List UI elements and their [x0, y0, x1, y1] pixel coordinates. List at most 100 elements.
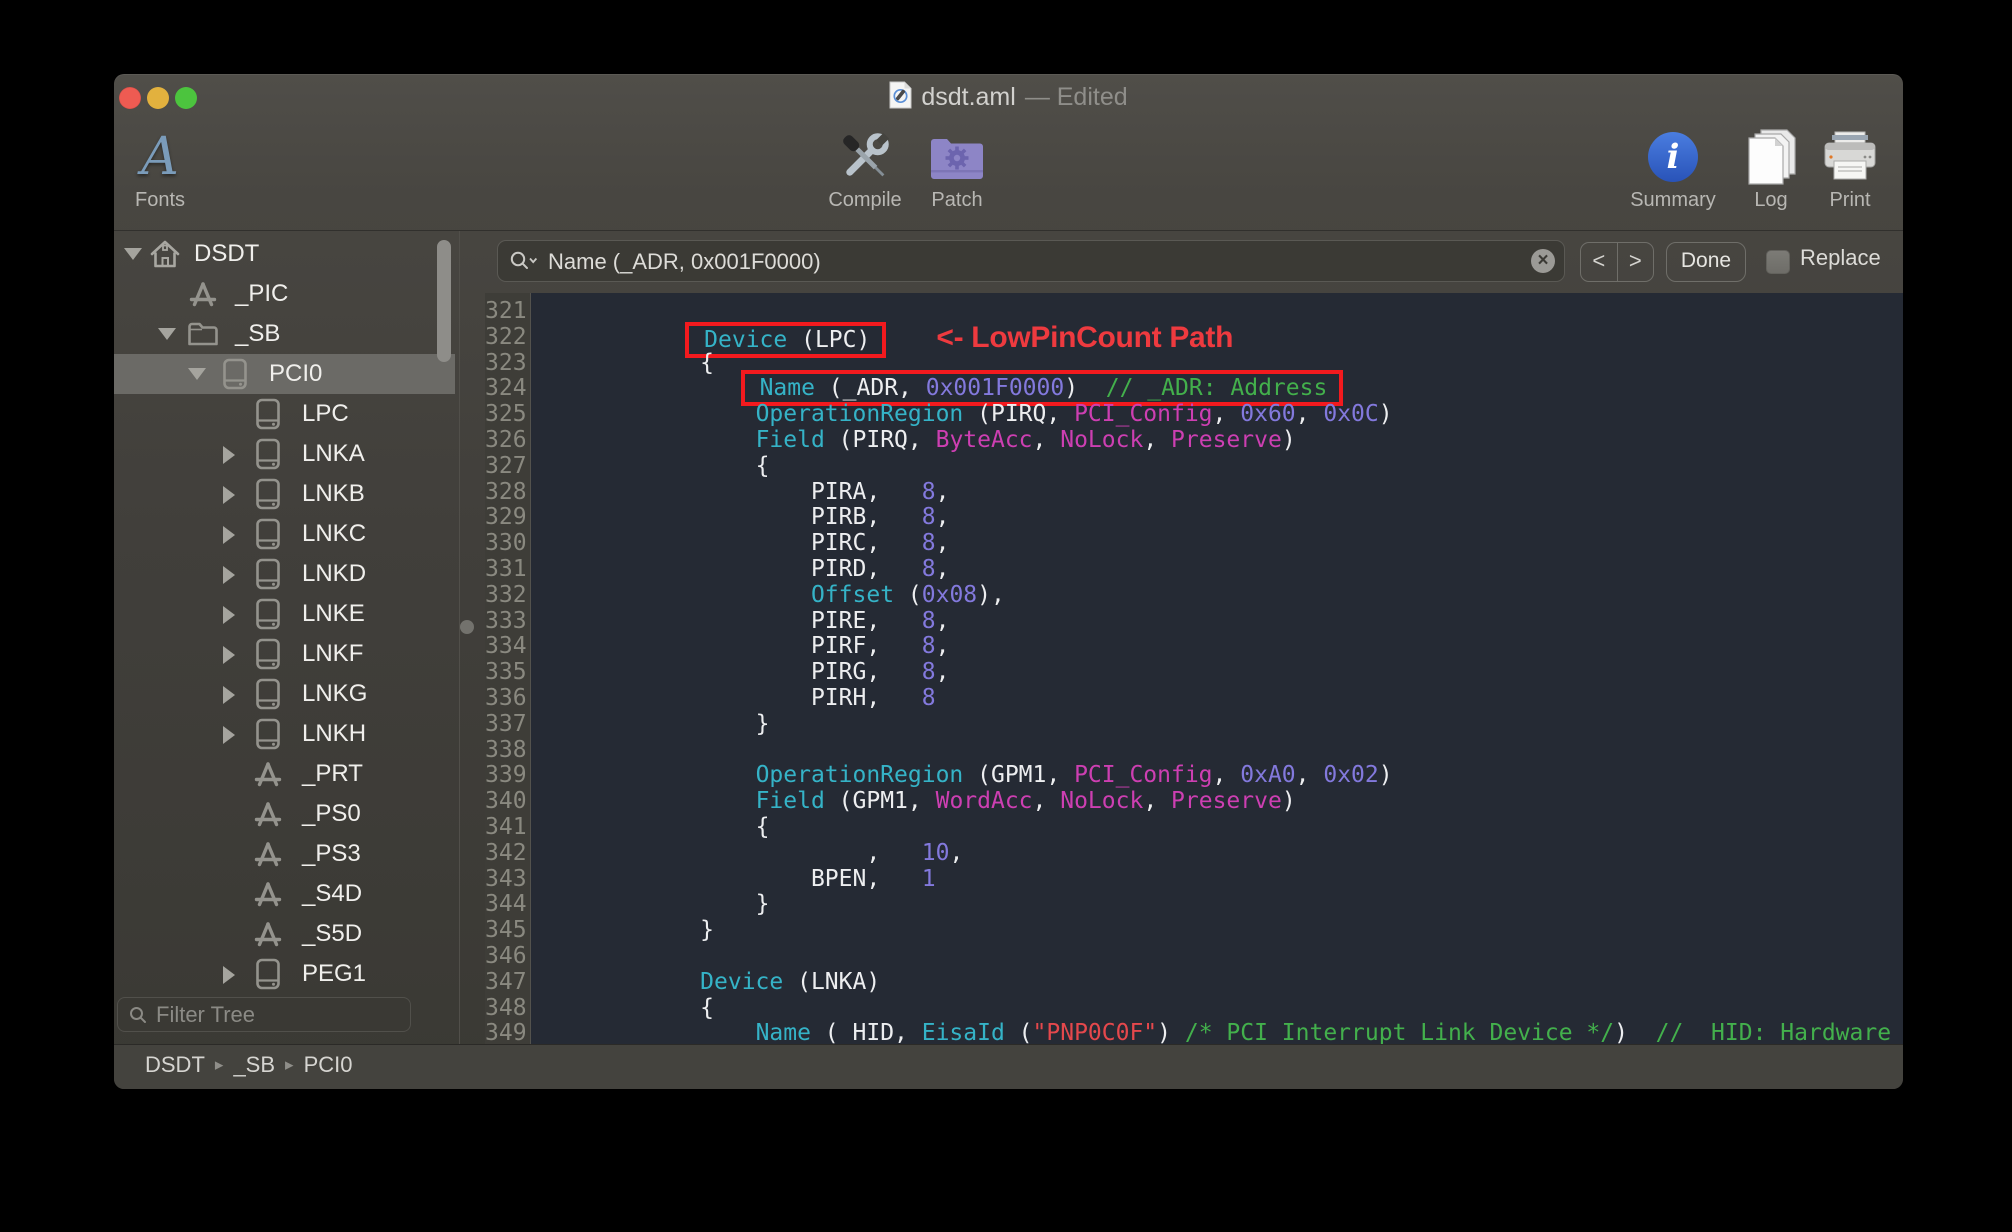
- sidebar-item-peg1[interactable]: PEG1: [114, 954, 455, 994]
- code-line-content: {: [755, 814, 770, 840]
- disclosure-open-icon[interactable]: [158, 328, 176, 340]
- method-icon: [251, 798, 285, 830]
- breadcrumb-item-pci0[interactable]: PCI0: [304, 1052, 353, 1078]
- sidebar-item-lnkb[interactable]: LNKB: [114, 474, 455, 514]
- line-number: 344: [485, 891, 527, 918]
- code-line-332: 332 Offset (0x08),: [485, 582, 1903, 609]
- find-field[interactable]: ×: [497, 240, 1565, 283]
- code-line-339: 339 OperationRegion (GPM1, PCI_Config, 0…: [485, 762, 1903, 789]
- sidebar-item-lnkg[interactable]: LNKG: [114, 674, 455, 714]
- breadcrumb-item-dsdt[interactable]: DSDT: [145, 1052, 205, 1078]
- device-icon: [251, 958, 285, 990]
- disclosure-closed-icon[interactable]: [223, 446, 235, 464]
- sidebar-item-_pic[interactable]: _PIC: [114, 274, 455, 314]
- pane-divider-handle[interactable]: [460, 620, 474, 634]
- pane-divider[interactable]: [459, 231, 460, 1045]
- code-line-333: 333 PIRE, 8,: [485, 607, 1903, 635]
- status-bar: DSDT ▸ _SB ▸ PCI0: [114, 1044, 1903, 1089]
- code-line-340: 340 Field (GPM1, WordAcc, NoLock, Preser…: [485, 788, 1903, 815]
- code-line-content: PIRE, 8,: [810, 607, 950, 634]
- edited-badge: — Edited: [1024, 82, 1128, 111]
- disclosure-closed-icon[interactable]: [223, 726, 235, 744]
- print-button[interactable]: Print: [1790, 126, 1910, 226]
- patch-icon: [897, 126, 1017, 188]
- code-editor[interactable]: 321 322 Device (LPC) <- LowPinCount Path 32…: [485, 293, 1903, 1045]
- code-line-content: {: [700, 994, 715, 1021]
- find-bar: × < > Done Replace: [485, 231, 1903, 293]
- sidebar-item-label: PEG1: [302, 960, 367, 987]
- disclosure-closed-icon[interactable]: [223, 526, 235, 544]
- disclosure-open-icon[interactable]: [188, 368, 206, 380]
- sidebar-item-lpc[interactable]: LPC: [114, 394, 455, 434]
- find-next-button[interactable]: >: [1618, 243, 1654, 281]
- sidebar-item-lnkh[interactable]: LNKH: [114, 714, 455, 754]
- sidebar-item-lnkd[interactable]: LNKD: [114, 554, 455, 594]
- code-line-content: BPEN, 1: [810, 865, 936, 892]
- annotation-text: <- LowPinCount Path: [936, 320, 1234, 354]
- device-icon: [251, 718, 285, 750]
- done-button[interactable]: Done: [1666, 242, 1746, 282]
- code-line-328: 328 PIRA, 8,: [485, 478, 1903, 506]
- code-line-341: 341 {: [485, 814, 1903, 841]
- sidebar-item-label: LNKG: [302, 680, 368, 707]
- sidebar-item-_prt[interactable]: _PRT: [114, 754, 455, 794]
- device-icon: [251, 638, 285, 670]
- disclosure-closed-icon[interactable]: [223, 686, 235, 704]
- code-line-342: 342 , 10,: [485, 840, 1903, 867]
- sidebar-item-_s4d[interactable]: _S4D: [114, 874, 455, 914]
- sidebar-item-_s5d[interactable]: _S5D: [114, 914, 455, 954]
- code-line-content: PIRG, 8,: [810, 659, 950, 686]
- code-line-346: 346: [485, 943, 1903, 970]
- sidebar-item-lnkc[interactable]: LNKC: [114, 514, 455, 554]
- disclosure-closed-icon[interactable]: [223, 966, 235, 984]
- code-line-content: }: [700, 917, 715, 944]
- filter-field[interactable]: [117, 997, 446, 1032]
- disclosure-closed-icon[interactable]: [223, 606, 235, 624]
- print-icon: [1790, 126, 1910, 188]
- line-number: 326: [485, 427, 527, 453]
- clear-search-button[interactable]: ×: [1531, 249, 1555, 273]
- code-line-content: PIRA, 8,: [810, 478, 950, 505]
- code-line-331: 331 PIRD, 8,: [485, 556, 1903, 583]
- breadcrumb-item-_sb[interactable]: _SB: [233, 1052, 275, 1078]
- fonts-button[interactable]: A Fonts: [120, 126, 200, 226]
- sidebar-item-label: _PRT: [302, 760, 363, 787]
- filter-input[interactable]: [154, 1000, 446, 1029]
- sidebar-item-_sb[interactable]: _SB: [114, 314, 455, 354]
- sidebar-item-_ps0[interactable]: _PS0: [114, 794, 455, 834]
- sidebar-item-lnke[interactable]: LNKE: [114, 594, 455, 634]
- sidebar-item-lnka[interactable]: LNKA: [114, 434, 455, 474]
- document-title: dsdt.aml: [921, 82, 1016, 111]
- code-line-335: 335 PIRG, 8,: [485, 659, 1903, 686]
- find-previous-button[interactable]: <: [1581, 243, 1618, 281]
- svg-text:i: i: [1667, 137, 1680, 177]
- line-number: 343: [485, 865, 527, 892]
- fonts-label: Fonts: [134, 189, 186, 211]
- sidebar-scrollbar[interactable]: [437, 240, 451, 362]
- device-icon: [251, 478, 285, 510]
- code-line-content: {: [700, 349, 715, 376]
- sidebar-item-lnkf[interactable]: LNKF: [114, 634, 455, 674]
- line-number: 337: [485, 710, 527, 737]
- line-number: 347: [485, 968, 527, 995]
- sidebar-item-label: _PS3: [302, 840, 361, 867]
- code-line-338: 338: [485, 737, 1903, 764]
- sidebar-item-label: LNKF: [302, 640, 364, 667]
- line-number: 333: [485, 607, 527, 634]
- sidebar-item-dsdt[interactable]: DSDT: [114, 234, 455, 274]
- disclosure-open-icon[interactable]: [124, 248, 142, 260]
- find-input[interactable]: [546, 241, 1518, 283]
- disclosure-closed-icon[interactable]: [223, 646, 235, 664]
- sidebar-item-label: LNKD: [302, 560, 367, 587]
- sidebar-item-pci0[interactable]: PCI0: [114, 354, 455, 394]
- code-line-content: PIRC, 8,: [810, 530, 950, 557]
- sidebar-item-_ps3[interactable]: _PS3: [114, 834, 455, 874]
- disclosure-closed-icon[interactable]: [223, 486, 235, 504]
- code-line-content: }: [755, 891, 770, 918]
- method-icon: [251, 878, 285, 910]
- patch-label: Patch: [931, 189, 983, 211]
- replace-checkbox[interactable]: [1766, 250, 1790, 274]
- disclosure-closed-icon[interactable]: [223, 566, 235, 584]
- patch-button[interactable]: Patch: [897, 126, 1017, 226]
- code-line-337: 337 }: [485, 710, 1903, 738]
